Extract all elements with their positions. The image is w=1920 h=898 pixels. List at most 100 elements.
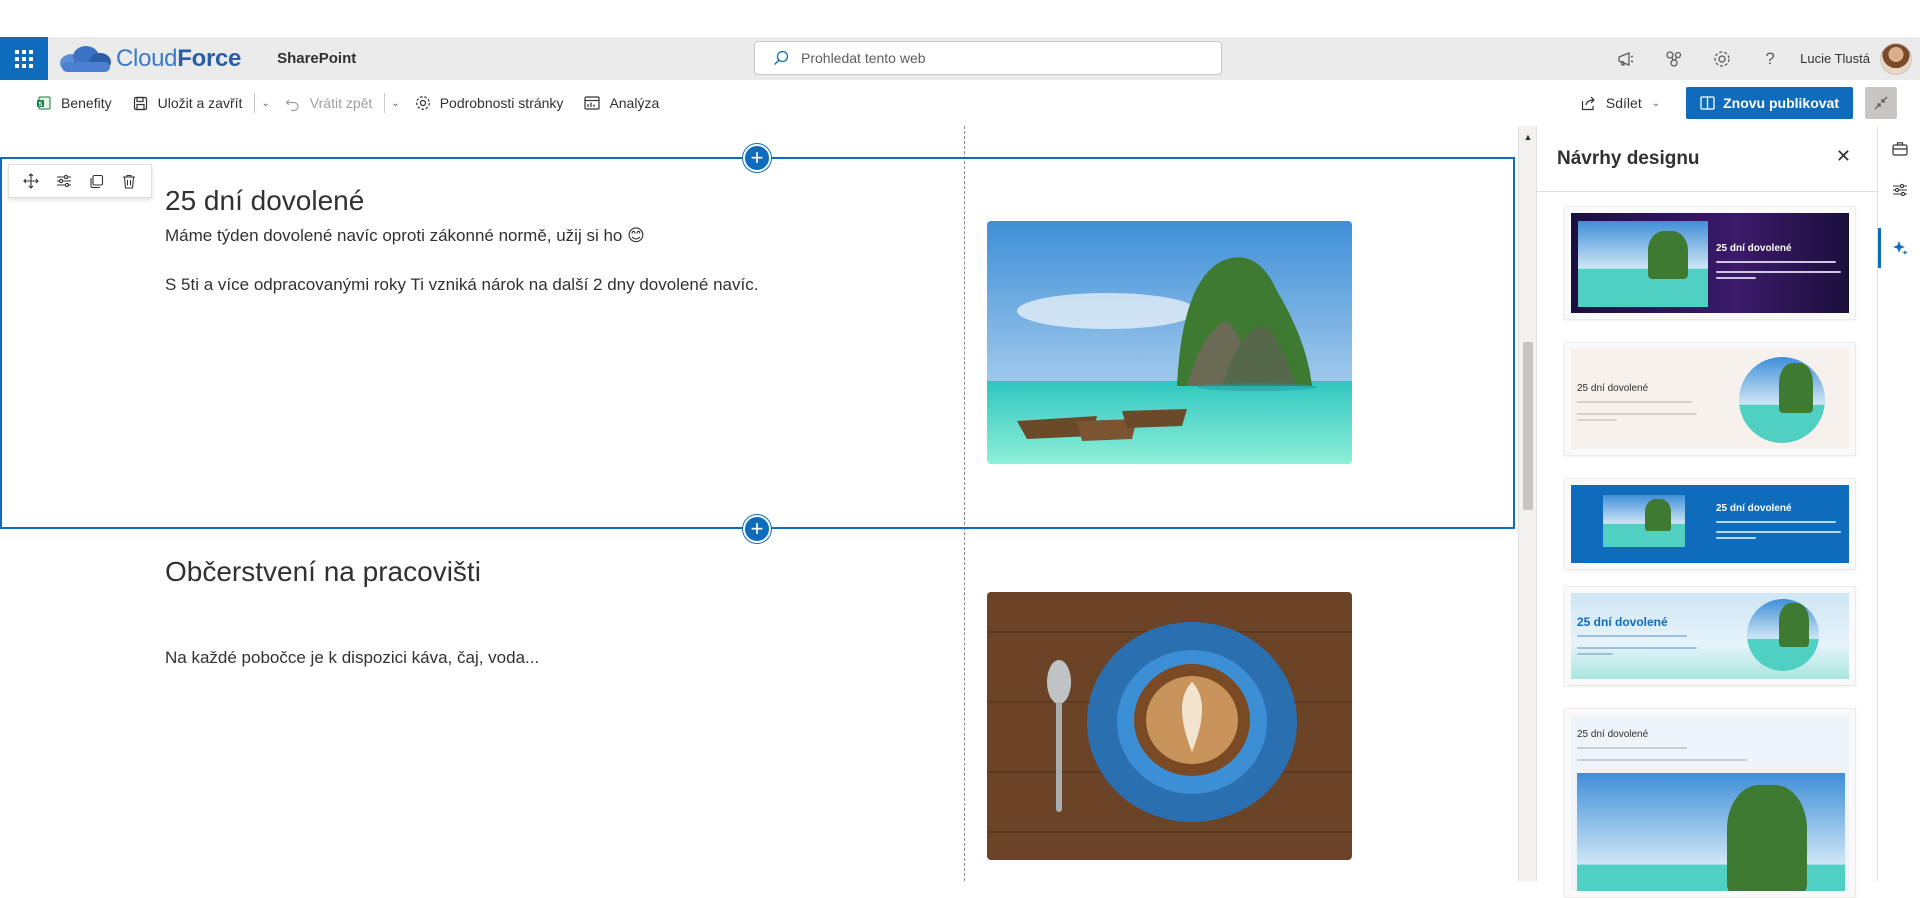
- move-icon[interactable]: [17, 167, 45, 195]
- beach-image[interactable]: [987, 221, 1352, 464]
- republish-label: Znovu publikovat: [1723, 95, 1839, 111]
- user-name[interactable]: Lucie Tlustá: [1800, 51, 1870, 66]
- republish-button[interactable]: Znovu publikovat: [1686, 87, 1853, 119]
- coffee-image[interactable]: [987, 592, 1352, 860]
- right-rail: [1877, 126, 1920, 881]
- svg-text:S: S: [39, 102, 43, 108]
- card-text-line: [1716, 531, 1841, 533]
- card-title: 25 dní dovolené: [1716, 243, 1792, 254]
- waffle-icon: [15, 49, 33, 68]
- share-label: Sdílet: [1605, 95, 1642, 111]
- design-card[interactable]: 25 dní dovolené: [1564, 708, 1856, 898]
- undo-label: Vrátit zpět: [309, 95, 373, 111]
- network-icon[interactable]: [1650, 37, 1698, 80]
- design-card[interactable]: 25 dní dovolené: [1564, 478, 1856, 570]
- collapse-icon[interactable]: [1865, 87, 1897, 119]
- card-thumbnail: [1747, 599, 1819, 671]
- canvas-scrollbar[interactable]: ▲: [1518, 126, 1536, 881]
- panel-divider: [1537, 191, 1878, 192]
- card-title: 25 dní dovolené: [1577, 729, 1649, 740]
- save-close-label: Uložit a zavřít: [157, 95, 243, 111]
- section-toolbar: [8, 164, 152, 198]
- design-card[interactable]: 25 dní dovolené: [1564, 206, 1856, 320]
- section-paragraph[interactable]: Na každé pobočce je k dispozici káva, ča…: [165, 648, 539, 668]
- add-section-above-button[interactable]: +: [743, 144, 771, 172]
- card-text-line: [1577, 759, 1747, 761]
- split-separator: [384, 93, 386, 113]
- analytics-button[interactable]: Analýza: [573, 80, 669, 126]
- design-ideas-sparkle-icon[interactable]: [1878, 228, 1920, 268]
- section-paragraph[interactable]: S 5ti a více odpracovanými roky Ti vznik…: [165, 275, 758, 295]
- card-title: 25 dní dovolené: [1577, 383, 1649, 394]
- card-thumbnail: [1577, 773, 1845, 891]
- suite-bar: CloudForce SharePoint Prohledat tento we…: [0, 37, 1920, 80]
- card-text-line: [1577, 413, 1697, 415]
- section-heading[interactable]: 25 dní dovolené: [165, 185, 364, 217]
- card-thumbnail: [1739, 357, 1825, 443]
- card-text-line: [1577, 647, 1697, 649]
- card-text-line: [1716, 537, 1756, 539]
- search-box[interactable]: Prohledat tento web: [754, 41, 1222, 75]
- split-separator: [254, 93, 256, 113]
- panel-title: Návrhy designu: [1557, 148, 1700, 169]
- card-text-line: [1577, 747, 1687, 749]
- undo-dropdown-chevron-icon[interactable]: ⌄: [387, 98, 403, 109]
- share-chevron-icon: ⌄: [1651, 97, 1661, 109]
- benefity-button[interactable]: S Benefity: [25, 80, 122, 126]
- card-title: 25 dní dovolené: [1716, 503, 1792, 514]
- analytics-icon: [583, 94, 601, 112]
- card-text-line: [1716, 271, 1841, 273]
- section-paragraph[interactable]: Máme týden dovolené navíc oproti zákonné…: [165, 226, 645, 246]
- benefity-label: Benefity: [61, 95, 112, 111]
- design-ideas-panel: Návrhy designu ✕ 25 dní dovolené 25 dní …: [1536, 126, 1878, 898]
- delete-icon[interactable]: [115, 167, 143, 195]
- card-title: 25 dní dovolené: [1577, 615, 1668, 629]
- card-text-line: [1577, 635, 1687, 637]
- avatar[interactable]: [1880, 42, 1912, 75]
- design-card[interactable]: 25 dní dovolené: [1564, 342, 1856, 456]
- app-name[interactable]: SharePoint: [277, 50, 356, 67]
- top-strip: [0, 0, 1920, 37]
- analytics-label: Analýza: [609, 95, 660, 111]
- card-thumbnail: [1603, 495, 1685, 547]
- card-text-line: [1577, 401, 1692, 403]
- gear-icon: [414, 94, 432, 112]
- scroll-up-icon[interactable]: ▲: [1519, 132, 1537, 142]
- card-text-line: [1716, 521, 1836, 523]
- section-heading[interactable]: Občerstvení na pracovišti: [165, 556, 481, 588]
- card-text-line: [1716, 277, 1756, 279]
- add-section-below-button[interactable]: +: [743, 515, 771, 543]
- help-icon[interactable]: ?: [1746, 37, 1794, 80]
- cloud-logo-icon: [60, 45, 111, 72]
- sharepoint-page-icon: S: [35, 94, 53, 112]
- command-bar: S Benefity Uložit a zavřít ⌄ Vrátit zpět…: [0, 80, 1920, 126]
- card-text-line: [1716, 261, 1836, 263]
- page-details-label: Podrobnosti stránky: [439, 95, 564, 111]
- card-text-line: [1577, 419, 1617, 421]
- settings-sliders-icon[interactable]: [1878, 170, 1920, 210]
- edit-section-icon[interactable]: [50, 167, 78, 195]
- page-canvas: + + 25 dní dovolené Máme týden dovolené …: [0, 126, 1518, 881]
- card-thumbnail: [1578, 221, 1708, 307]
- toolbox-icon[interactable]: [1878, 128, 1920, 168]
- brand-name: CloudForce: [116, 44, 242, 72]
- gear-icon[interactable]: [1698, 37, 1746, 80]
- undo-button[interactable]: Vrátit zpět: [274, 80, 383, 126]
- duplicate-icon[interactable]: [82, 167, 110, 195]
- app-launcher-button[interactable]: [0, 37, 48, 80]
- card-text-line: [1577, 653, 1613, 655]
- design-card[interactable]: 25 dní dovolené: [1564, 586, 1856, 686]
- search-icon: [774, 50, 789, 65]
- page-details-button[interactable]: Podrobnosti stránky: [404, 80, 574, 126]
- save-close-button[interactable]: Uložit a zavřít: [122, 80, 253, 126]
- close-icon[interactable]: ✕: [1836, 146, 1851, 167]
- scroll-thumb[interactable]: [1523, 342, 1533, 510]
- search-input[interactable]: Prohledat tento web: [801, 50, 926, 66]
- share-button[interactable]: Sdílet ⌄: [1570, 80, 1674, 126]
- brand-logo[interactable]: CloudForce: [58, 37, 241, 80]
- save-dropdown-chevron-icon[interactable]: ⌄: [257, 98, 273, 109]
- megaphone-icon[interactable]: [1602, 37, 1650, 80]
- undo-icon: [284, 94, 302, 112]
- share-icon: [1580, 94, 1598, 112]
- save-icon: [132, 94, 150, 112]
